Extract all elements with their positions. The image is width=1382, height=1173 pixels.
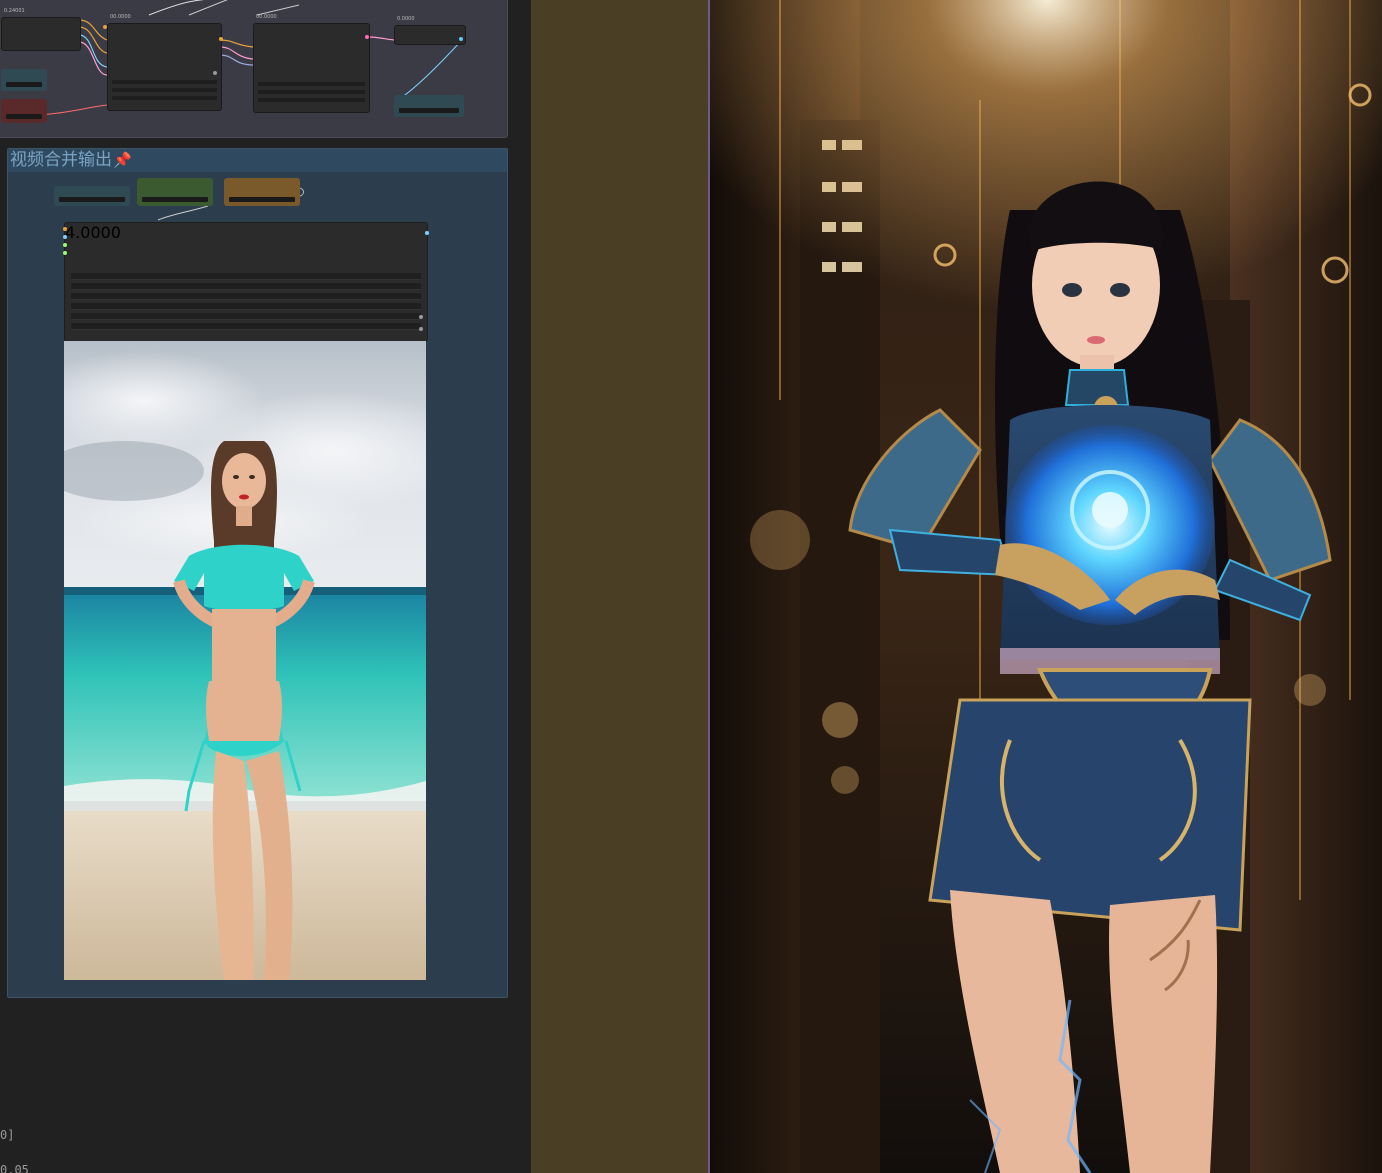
output-slot[interactable]: [365, 35, 369, 39]
log-text: 0]: [0, 1128, 15, 1142]
green-input-node[interactable]: [137, 178, 213, 206]
group-title-text: 视频合并输出: [10, 150, 112, 170]
orange-input-node[interactable]: [224, 178, 300, 206]
node-canvas[interactable]: 0.24001 00.0000 00.0000 0.0000 视频合并输出�: [0, 0, 531, 1173]
toggle-dot[interactable]: [419, 327, 423, 331]
input-slot[interactable]: [63, 251, 67, 255]
output-slot[interactable]: [459, 37, 463, 41]
teal-node-2[interactable]: [394, 95, 464, 117]
node-title: 0.0000: [397, 16, 415, 22]
video-preview[interactable]: [64, 341, 426, 980]
node-group-top[interactable]: 0.24001 00.0000 00.0000 0.0000: [0, 0, 508, 138]
panel-divider: [531, 0, 708, 1173]
input-slot[interactable]: [63, 227, 67, 231]
input-slot[interactable]: [63, 243, 67, 247]
widget-row[interactable]: [71, 293, 421, 300]
sampler-node[interactable]: 00.0000: [107, 14, 222, 111]
red-node[interactable]: [1, 99, 47, 123]
sampler-node-2[interactable]: 00.0000: [253, 14, 370, 113]
video-combine-node[interactable]: 4.0000: [63, 222, 429, 342]
teal-node-1[interactable]: [1, 69, 47, 91]
output-image-panel[interactable]: [708, 0, 1382, 1173]
output-image: [710, 0, 1382, 1173]
log-text: 0.05: [0, 1163, 29, 1173]
widget-row[interactable]: [71, 283, 421, 290]
input-slot[interactable]: [103, 25, 107, 29]
output-slot[interactable]: [425, 231, 429, 235]
widget-row[interactable]: [71, 273, 421, 280]
toggle-dot[interactable]: [419, 315, 423, 319]
output-slot[interactable]: [219, 37, 223, 41]
preview-image: [64, 341, 426, 980]
loader-node[interactable]: 0.24001: [1, 8, 81, 51]
node-title: 00.0000: [110, 14, 131, 20]
node-title: 00.0000: [256, 14, 277, 20]
node-title: 4.0000: [65, 223, 121, 242]
input-slot[interactable]: [63, 235, 67, 239]
teal-input-node[interactable]: [54, 186, 130, 206]
group-title[interactable]: 视频合并输出📌: [8, 149, 507, 172]
widget-row[interactable]: [71, 313, 421, 320]
pushpin-icon[interactable]: 📌: [113, 149, 132, 172]
widget-row[interactable]: [71, 303, 421, 310]
node-title: 0.24001: [4, 8, 25, 14]
widget-row[interactable]: [71, 323, 421, 330]
output-node[interactable]: 0.0000: [394, 16, 466, 45]
